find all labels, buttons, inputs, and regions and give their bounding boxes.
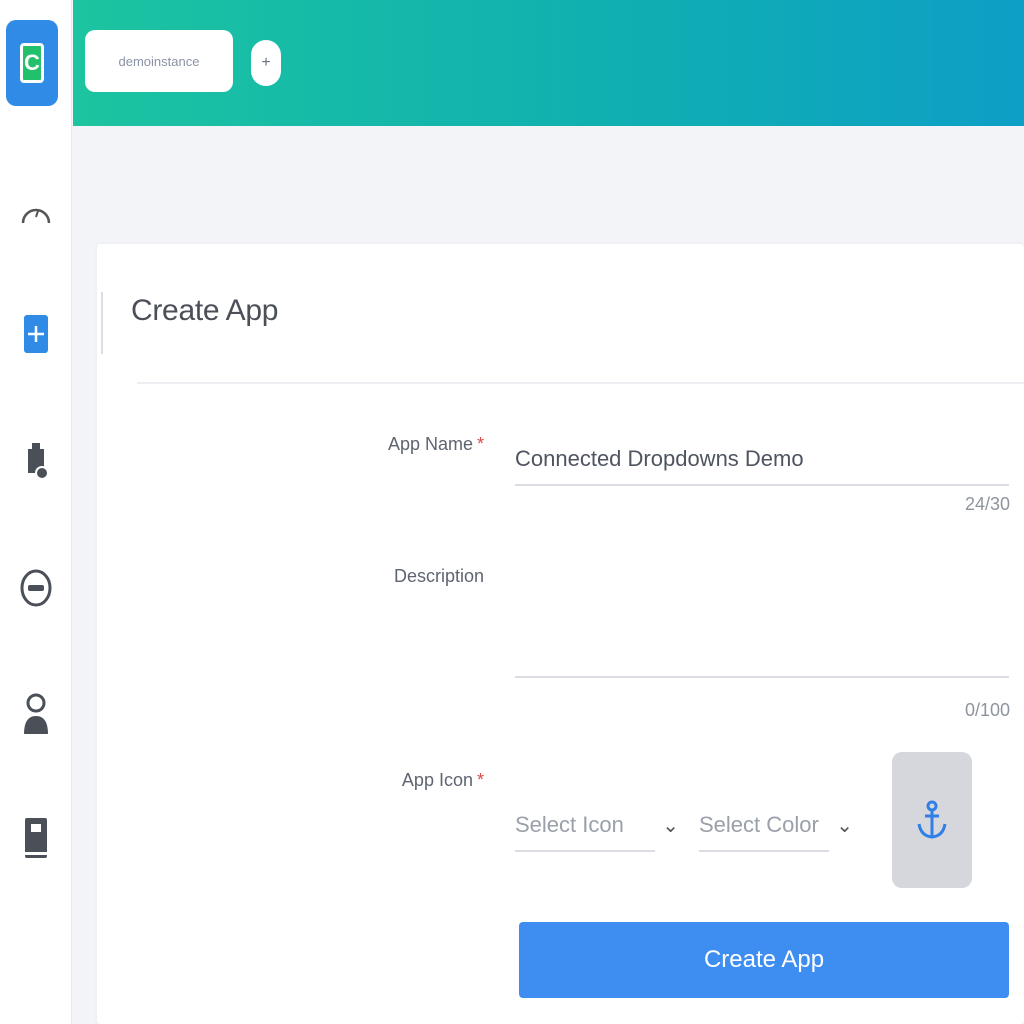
description-label-text: Description (393, 566, 484, 586)
docs-icon[interactable] (14, 816, 58, 860)
description-label: Description (394, 566, 484, 587)
instance-selector-label: demoinstance (118, 53, 200, 69)
settings-icon[interactable] (14, 566, 58, 610)
app-name-label: App Name * (388, 434, 484, 455)
select-icon-dropdown[interactable]: Select Icon ⌄ (515, 800, 679, 852)
plus-icon: + (261, 54, 271, 71)
description-textarea[interactable] (515, 554, 1009, 678)
chevron-down-icon: ⌄ (836, 814, 853, 837)
anchor-icon (917, 800, 947, 839)
icon-preview (892, 752, 972, 888)
required-marker: * (476, 434, 484, 454)
app-name-label-text: App Name (387, 434, 473, 454)
select-color-dropdown[interactable]: Select Color ⌄ (699, 800, 853, 852)
sidebar: C (0, 0, 72, 1024)
divider (137, 382, 1024, 384)
app-name-counter: 24/30 (964, 494, 1010, 514)
create-app-card: Create App App Name* 24/30 Description 0… (97, 244, 1024, 1024)
app-icon-label-text: App Icon (401, 770, 473, 790)
select-color-placeholder: Select Color (699, 812, 819, 837)
create-app-button[interactable]: Create App (519, 922, 1009, 998)
select-icon-placeholder: Select Icon (515, 812, 624, 837)
description-counter: 0/100 (964, 700, 1010, 720)
chevron-down-icon: ⌄ (662, 814, 679, 837)
apps-icon[interactable] (14, 312, 58, 356)
instance-selector[interactable]: demoinstance (85, 30, 233, 92)
required-marker: * (476, 770, 484, 790)
top-header: demoinstance + (73, 0, 1024, 126)
page-title: Create App (131, 294, 279, 327)
add-instance-button[interactable]: + (251, 40, 281, 86)
logo-mark: C (20, 43, 44, 83)
logo[interactable]: C (6, 20, 58, 106)
app-icon-label: App Icon * (402, 770, 484, 791)
app-name-input[interactable] (515, 434, 1009, 486)
plugins-icon[interactable] (14, 438, 58, 482)
users-icon[interactable] (14, 692, 58, 736)
title-accent-bar (101, 292, 103, 354)
dashboard-icon[interactable] (14, 190, 58, 234)
